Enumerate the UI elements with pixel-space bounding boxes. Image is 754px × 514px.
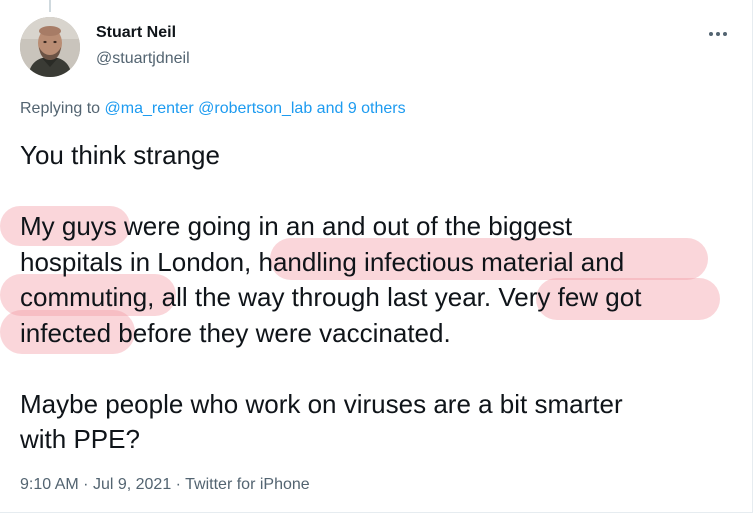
avatar[interactable] bbox=[20, 17, 80, 77]
tweet-text-line: infected before they were vaccinated. bbox=[20, 317, 451, 348]
meta-separator: · bbox=[83, 476, 89, 493]
tweet-source[interactable]: Twitter for iPhone bbox=[185, 476, 310, 493]
thread-connector-line bbox=[49, 0, 51, 12]
tweet-card: Stuart Neil @stuartjdneil Replying to @m… bbox=[0, 0, 753, 513]
meta-separator: · bbox=[175, 476, 181, 493]
author-name[interactable]: Stuart Neil bbox=[96, 24, 176, 42]
more-horizontal-icon-dot bbox=[716, 32, 720, 36]
tweet-text-line: commuting, all the way through last year… bbox=[20, 282, 642, 312]
others-link[interactable]: and 9 others bbox=[317, 100, 406, 117]
more-horizontal-icon-dot bbox=[723, 32, 727, 36]
mention-link[interactable]: @ma_renter bbox=[105, 100, 194, 117]
author-handle[interactable]: @stuartjdneil bbox=[96, 50, 190, 68]
tweet-text: You think strange My guys were going in … bbox=[20, 138, 735, 458]
tweet-metadata: 9:10 AM · Jul 9, 2021 · Twitter for iPho… bbox=[20, 476, 310, 494]
tweet-text-line: hospitals in London, handling infectious… bbox=[20, 246, 625, 277]
tweet-text-line: My guys were going in an and out of the … bbox=[20, 211, 573, 241]
replying-prefix: Replying to bbox=[20, 100, 101, 117]
mention-link[interactable]: @robertson_lab bbox=[198, 100, 312, 117]
tweet-date[interactable]: Jul 9, 2021 bbox=[93, 476, 171, 493]
more-horizontal-icon-dot bbox=[709, 32, 713, 36]
more-options-button[interactable] bbox=[704, 22, 732, 46]
tweet-time[interactable]: 9:10 AM bbox=[20, 476, 79, 493]
tweet-text-line: with PPE? bbox=[20, 424, 140, 454]
tweet-text-line: Maybe people who work on viruses are a b… bbox=[20, 388, 623, 419]
avatar-photo bbox=[20, 17, 80, 77]
tweet-text-line: You think strange bbox=[20, 140, 220, 170]
replying-to: Replying to @ma_renter @robertson_lab an… bbox=[20, 100, 406, 118]
